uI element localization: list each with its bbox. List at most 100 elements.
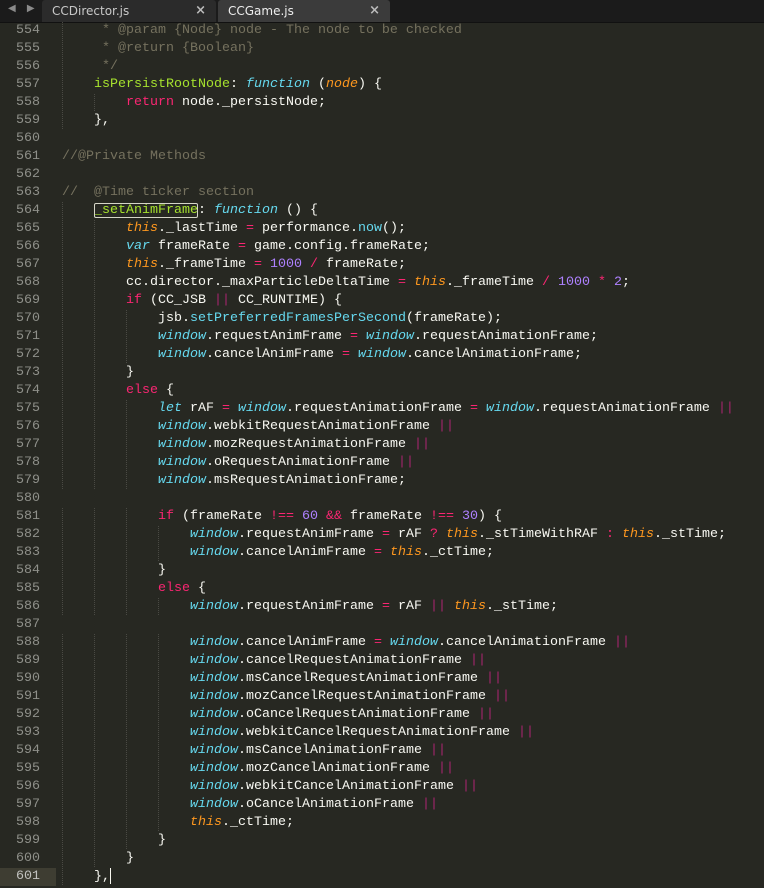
code-token: ; <box>589 329 598 344</box>
code-token: _frameTime <box>166 257 246 272</box>
code-token: || <box>421 797 438 812</box>
line-code: else { <box>62 580 206 598</box>
line-code: window.cancelAnimFrame = window.cancelAn… <box>62 634 630 652</box>
indent-guide <box>126 526 158 544</box>
code-token: function <box>245 77 310 92</box>
code-token: jsb <box>158 311 182 326</box>
code-token: 30 <box>461 509 478 524</box>
code-token: ( <box>285 203 294 218</box>
code-token: || <box>461 779 478 794</box>
line-number: 597 <box>16 797 40 812</box>
indent-guide <box>62 472 94 490</box>
code-line: 590 window.msCancelRequestAnimationFrame… <box>0 670 764 688</box>
indent-guide <box>62 112 94 130</box>
code-line: 588 window.cancelAnimFrame = window.canc… <box>0 634 764 652</box>
indent-guide <box>94 814 126 832</box>
line-code: window.cancelRequestAnimationFrame || <box>62 652 486 670</box>
line-code: window.oRequestAnimationFrame || <box>62 454 414 472</box>
indent-guide <box>62 58 94 76</box>
indent-guide <box>158 598 190 616</box>
indent-guide <box>94 706 126 724</box>
code-line: 591 window.mozCancelRequestAnimationFram… <box>0 688 764 706</box>
code-editor[interactable]: 554 * @param {Node} node - The node to b… <box>0 22 764 888</box>
code-token: else <box>158 581 190 596</box>
indent-guide <box>62 220 94 238</box>
code-token: rAF <box>397 599 422 614</box>
code-token: = <box>381 527 390 542</box>
tab-nav-arrows-icon[interactable]: ◀ ▶ <box>8 3 39 14</box>
code-token: { <box>166 383 174 398</box>
code-token: ; <box>621 275 630 290</box>
indent-guide <box>94 760 126 778</box>
code-token: . <box>206 437 214 452</box>
line-code: window.msRequestAnimationFrame; <box>62 472 406 490</box>
line-number: 596 <box>16 779 40 794</box>
indent-guide <box>126 706 158 724</box>
indent-guide <box>62 526 94 544</box>
indent-guide <box>126 724 158 742</box>
line-code: else { <box>62 382 174 400</box>
code-token: / <box>541 275 550 290</box>
code-token: ( <box>381 221 390 236</box>
indent-guide <box>94 850 126 868</box>
code-token: window <box>158 329 206 344</box>
indent-guide <box>126 418 158 436</box>
code-token: requestAnimFrame <box>246 599 374 614</box>
code-line: 596 window.webkitCancelAnimationFrame || <box>0 778 764 796</box>
code-token: , <box>102 113 110 128</box>
code-token: // @Time ticker section <box>62 185 254 200</box>
indent-guide <box>94 634 126 652</box>
line-code: let rAF = window.requestAnimationFrame =… <box>62 400 734 418</box>
close-tab-icon[interactable]: × <box>195 3 206 18</box>
code-token: = <box>397 275 406 290</box>
code-token: || <box>477 707 494 722</box>
indent-guide <box>94 94 126 112</box>
code-token: } <box>94 869 102 885</box>
tab-ccgame[interactable]: CCGame.js × <box>218 0 390 22</box>
code-token: ( <box>317 77 326 92</box>
line-number: 580 <box>16 491 40 506</box>
code-token: } <box>158 833 166 848</box>
code-token: 1000 <box>269 257 302 272</box>
line-code: _setAnimFrame: function () { <box>62 202 318 220</box>
indent-guide <box>94 454 126 472</box>
tab-ccdirector[interactable]: CCDirector.js × <box>42 0 216 22</box>
code-token: window <box>357 347 406 362</box>
code-token: . <box>238 545 246 560</box>
tab-bar: ◀ ▶ CCDirector.js × CCGame.js × <box>0 0 764 23</box>
code-token: _ctTime <box>429 545 486 560</box>
code-token: . <box>238 797 246 812</box>
line-code: window.oCancelAnimationFrame || <box>62 796 438 814</box>
code-token: = <box>237 239 246 254</box>
code-line: 601 }, <box>0 868 764 886</box>
code-token: performance <box>261 221 350 236</box>
code-token: node <box>182 95 214 110</box>
line-number: 571 <box>16 329 40 344</box>
code-token: . <box>421 545 430 560</box>
indent-guide <box>62 256 94 274</box>
code-token: msCancelAnimationFrame <box>246 743 422 758</box>
line-code: } <box>62 850 134 868</box>
indent-guide <box>62 742 94 760</box>
indent-guide <box>62 436 94 454</box>
close-tab-icon[interactable]: × <box>369 3 380 18</box>
code-token: cancelAnimationFrame <box>413 347 574 362</box>
line-code: }, <box>62 112 110 130</box>
code-token: = <box>349 329 358 344</box>
